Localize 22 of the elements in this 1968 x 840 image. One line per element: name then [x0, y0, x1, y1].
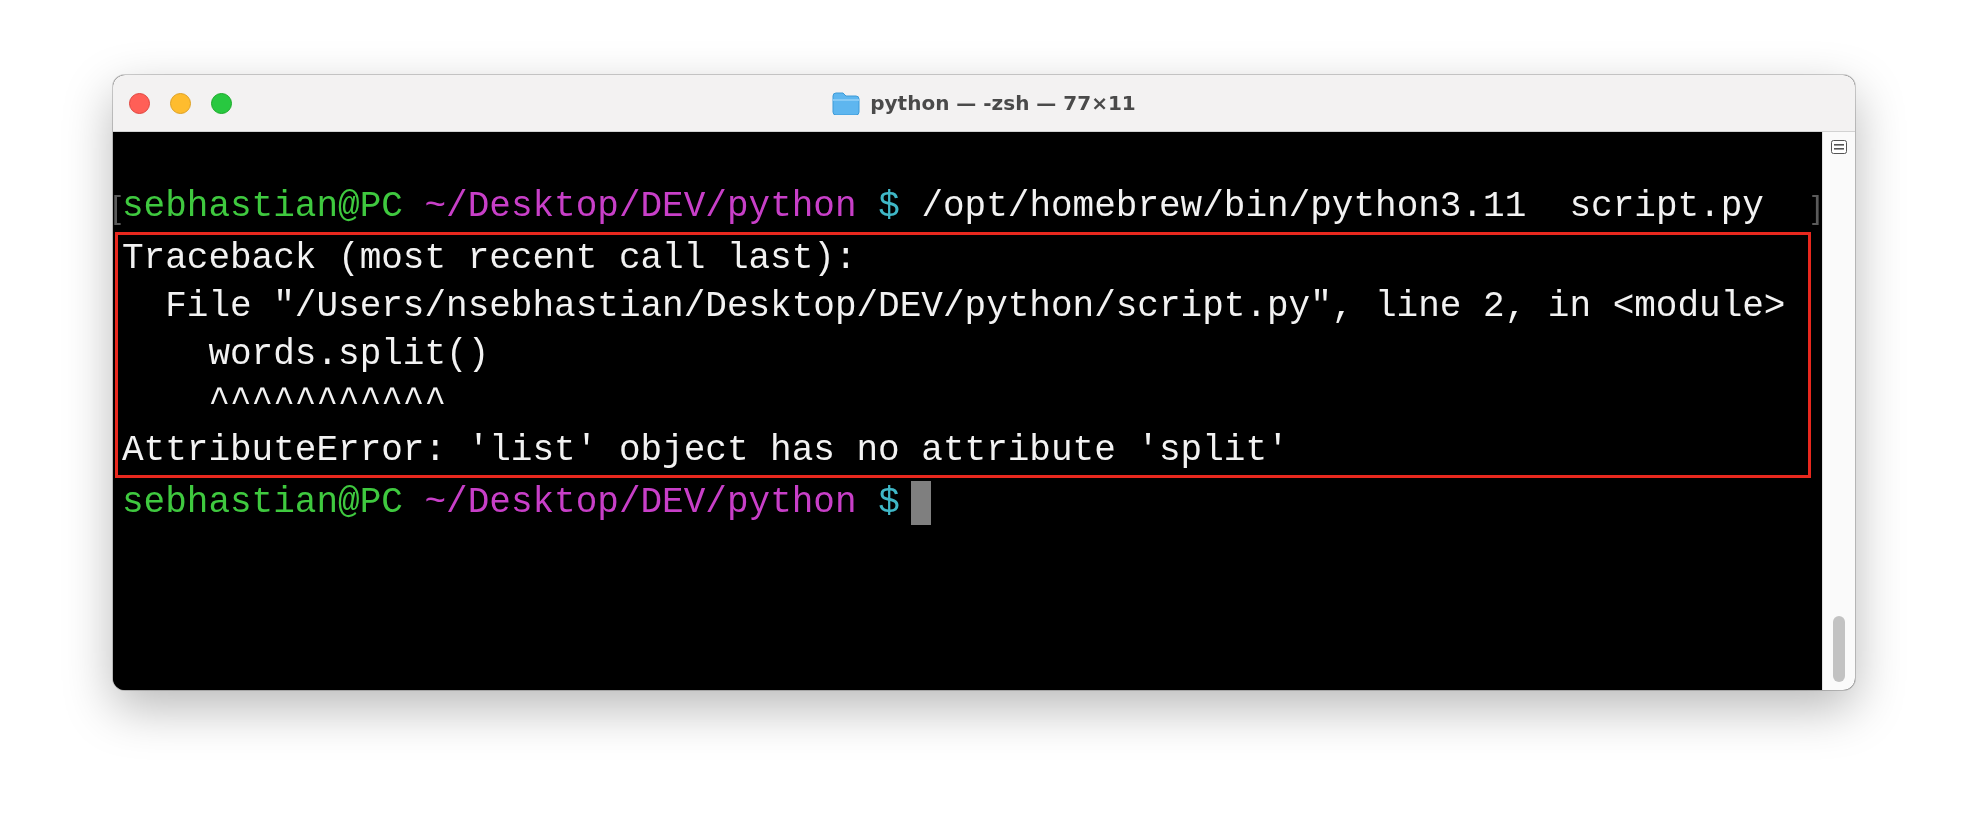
- command-text: /opt/homebrew/bin/python3.11 script.py: [921, 185, 1764, 229]
- output-line: Traceback (most recent call last):: [122, 237, 858, 281]
- output-line: ^^^^^^^^^^^: [207, 381, 448, 425]
- folder-icon: [832, 91, 861, 115]
- prompt-symbol: $: [878, 185, 900, 229]
- line-mark: [: [113, 188, 121, 227]
- prompt-path: ~/Desktop/DEV/python: [424, 481, 857, 525]
- scrollbar[interactable]: [1822, 132, 1855, 690]
- zoom-button[interactable]: [211, 92, 232, 114]
- window-title: python — -zsh — 77×11: [870, 91, 1136, 115]
- line-mark: ]: [1812, 188, 1821, 227]
- scrollbar-thumb[interactable]: [1833, 616, 1845, 682]
- prompt-path: ~/Desktop/DEV/python: [424, 185, 857, 229]
- prompt-user: sebhastian@PC: [122, 185, 403, 229]
- close-button[interactable]: [129, 92, 150, 114]
- prompt-user: sebhastian@PC: [122, 481, 403, 525]
- minimize-button[interactable]: [170, 92, 191, 114]
- output-line: File "/Users/nsebhastian/Desktop/DEV/python/script.py", line 2, in <module>: [164, 285, 1787, 329]
- split-pane-icon[interactable]: [1831, 140, 1847, 154]
- output-line: AttributeError: 'list' object has no attribute 'split': [122, 429, 1290, 473]
- prompt-symbol: $: [878, 481, 900, 525]
- output-line: words.split(): [207, 333, 491, 377]
